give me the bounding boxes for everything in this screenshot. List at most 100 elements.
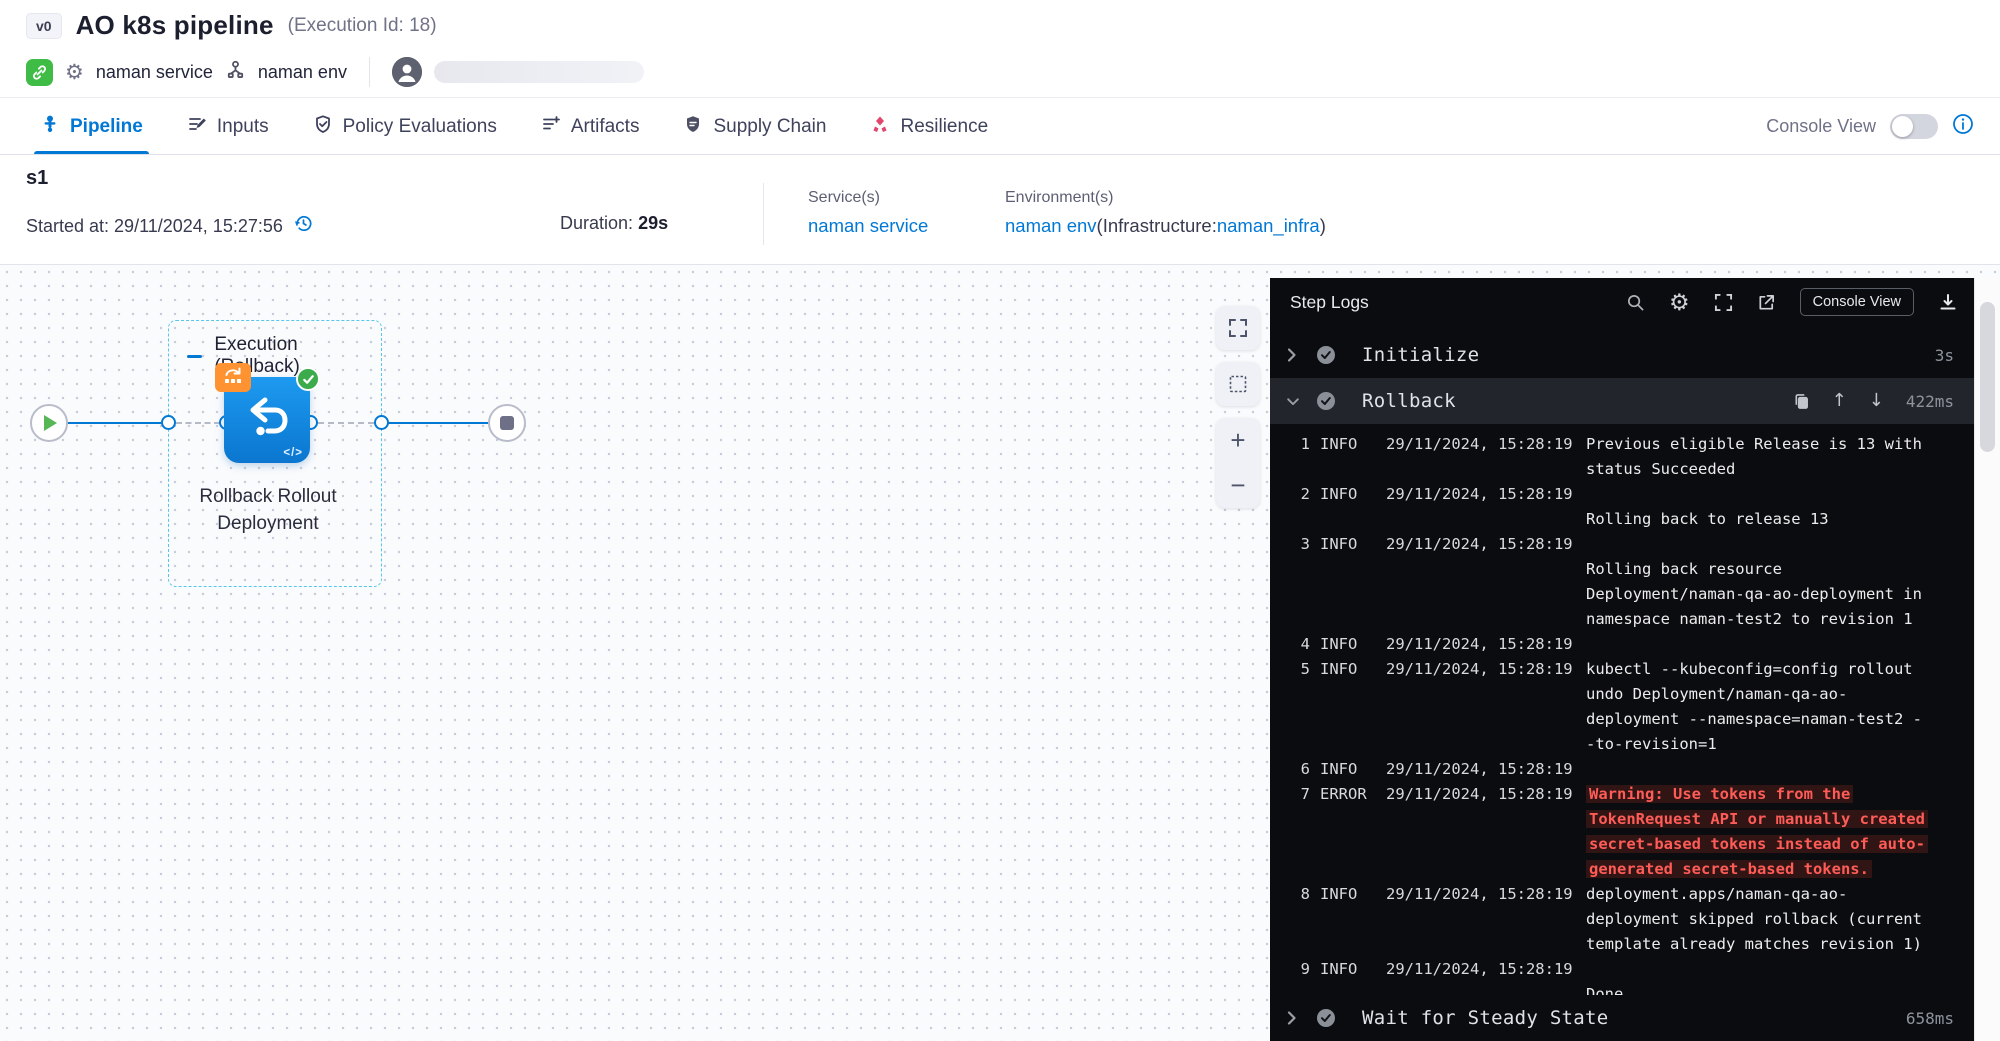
log-level: INFO bbox=[1320, 532, 1376, 557]
scroll-to-bottom-icon[interactable]: ↓ bbox=[1869, 392, 1884, 410]
log-timestamp bbox=[1386, 832, 1576, 857]
log-timestamp: 29/11/2024, 15:28:19 bbox=[1386, 657, 1576, 682]
log-line-number: 1 bbox=[1290, 432, 1310, 457]
success-check-icon bbox=[296, 367, 320, 391]
pipeline-tab-icon bbox=[40, 114, 60, 140]
log-text: Rolling back resource bbox=[1586, 560, 1782, 578]
header-env-label: naman env bbox=[258, 62, 347, 83]
resilience-tab-icon bbox=[870, 114, 890, 140]
log-line: Done. bbox=[1290, 982, 1974, 995]
tab-bar: Pipeline Inputs Policy Evaluations Artif… bbox=[0, 98, 2000, 155]
tab-label: Resilience bbox=[900, 116, 988, 138]
stage-name: s1 bbox=[26, 167, 48, 190]
tab-supply-chain[interactable]: Supply Chain bbox=[683, 98, 826, 154]
environment-link[interactable]: naman env bbox=[1005, 215, 1097, 236]
log-error-text: TokenRequest API or manually created bbox=[1586, 810, 1928, 828]
log-timestamp bbox=[1386, 457, 1576, 482]
environments-label: Environment(s) bbox=[1005, 189, 1326, 207]
infrastructure-link[interactable]: naman_infra bbox=[1217, 215, 1320, 236]
tab-pipeline[interactable]: Pipeline bbox=[40, 98, 143, 154]
fit-to-screen-button[interactable] bbox=[1216, 306, 1260, 350]
chevron-right-icon[interactable] bbox=[1286, 1010, 1302, 1026]
log-message: status Succeeded bbox=[1586, 457, 1974, 482]
step-duration: 658ms bbox=[1906, 1009, 1954, 1028]
history-icon[interactable] bbox=[293, 213, 314, 239]
info-icon[interactable] bbox=[1952, 113, 1974, 140]
chevron-right-icon[interactable] bbox=[1286, 347, 1302, 363]
tab-resilience[interactable]: Resilience bbox=[870, 98, 988, 154]
log-text: -to-revision=1 bbox=[1586, 735, 1717, 753]
log-timestamp bbox=[1386, 857, 1576, 882]
log-level bbox=[1320, 907, 1376, 932]
log-message: -to-revision=1 bbox=[1586, 732, 1974, 757]
infra-open: (Infrastructure: bbox=[1097, 215, 1217, 236]
log-output[interactable]: 1INFO29/11/2024, 15:28:19Previous eligib… bbox=[1270, 424, 1974, 995]
group-header: Execution (Rollback) bbox=[169, 321, 381, 378]
scroll-to-top-icon[interactable]: ↑ bbox=[1832, 392, 1847, 410]
log-line: deployment --namespace=naman-test2 - bbox=[1290, 707, 1974, 732]
console-view-button[interactable]: Console View bbox=[1800, 288, 1914, 316]
tab-artifacts[interactable]: Artifacts bbox=[541, 98, 640, 154]
log-line-number: 6 bbox=[1290, 757, 1310, 782]
log-message bbox=[1586, 957, 1974, 982]
inputs-tab-icon bbox=[187, 114, 207, 140]
search-icon[interactable] bbox=[1626, 293, 1645, 312]
zoom-in-button[interactable]: + bbox=[1216, 418, 1260, 463]
rollback-rollout-deployment-node[interactable]: </> bbox=[224, 377, 310, 463]
log-timestamp bbox=[1386, 807, 1576, 832]
log-timestamp: 29/11/2024, 15:28:19 bbox=[1386, 532, 1576, 557]
tab-label: Policy Evaluations bbox=[343, 116, 497, 138]
services-block: Service(s) naman service bbox=[808, 189, 928, 237]
log-level: ERROR bbox=[1320, 782, 1376, 807]
edge-group-to-end bbox=[388, 422, 489, 424]
fullscreen-icon[interactable] bbox=[1714, 293, 1733, 312]
log-panel-header: Step Logs ⚙ Console View bbox=[1270, 278, 1974, 326]
download-logs-icon[interactable] bbox=[1938, 292, 1958, 312]
log-settings-gear-icon[interactable]: ⚙ bbox=[1669, 289, 1690, 316]
step-row-rollback[interactable]: Rollback ↑ ↓ 422ms bbox=[1270, 378, 1974, 424]
chevron-down-icon[interactable] bbox=[1286, 396, 1302, 407]
log-level bbox=[1320, 982, 1376, 995]
step-logs-panel: Step Logs ⚙ Console View Initialize 3s R… bbox=[1270, 278, 2000, 1041]
collapse-group-icon[interactable] bbox=[187, 355, 202, 358]
log-level bbox=[1320, 457, 1376, 482]
tabbar-right: Console View bbox=[1766, 98, 1974, 154]
version-badge[interactable]: v0 bbox=[26, 13, 62, 39]
log-error-text: generated secret-based tokens. bbox=[1586, 860, 1872, 878]
step-name: Initialize bbox=[1362, 344, 1479, 366]
log-level bbox=[1320, 857, 1376, 882]
log-text: template already matches revision 1) bbox=[1586, 935, 1922, 953]
log-level bbox=[1320, 807, 1376, 832]
tab-policy-evaluations[interactable]: Policy Evaluations bbox=[313, 98, 497, 154]
open-in-new-icon[interactable] bbox=[1757, 293, 1776, 312]
log-text: namespace naman-test2 to revision 1 bbox=[1586, 610, 1913, 628]
log-line-number bbox=[1290, 857, 1310, 882]
log-line-number bbox=[1290, 457, 1310, 482]
log-level bbox=[1320, 607, 1376, 632]
step-row-wait-for-steady-state[interactable]: Wait for Steady State 658ms bbox=[1270, 995, 1974, 1041]
artifacts-tab-icon bbox=[541, 114, 561, 140]
step-row-initialize[interactable]: Initialize 3s bbox=[1270, 332, 1974, 378]
console-view-toggle[interactable] bbox=[1890, 114, 1938, 139]
log-timestamp bbox=[1386, 557, 1576, 582]
log-line: Deployment/naman-qa-ao-deployment in bbox=[1290, 582, 1974, 607]
node-label-line1: Rollback Rollout bbox=[148, 483, 388, 510]
log-line-number bbox=[1290, 507, 1310, 532]
copy-logs-icon[interactable] bbox=[1793, 393, 1810, 410]
meta-row: ⚙ naman service naman env bbox=[26, 56, 644, 88]
log-error-text: Warning: Use tokens from the bbox=[1586, 785, 1853, 803]
log-message: namespace naman-test2 to revision 1 bbox=[1586, 607, 1974, 632]
service-link[interactable]: naman service bbox=[808, 215, 928, 236]
log-scrollbar[interactable] bbox=[1974, 278, 2000, 1041]
log-message: Rolling back resource bbox=[1586, 557, 1974, 582]
log-scrollbar-thumb[interactable] bbox=[1980, 302, 1995, 452]
selection-tool-button[interactable] bbox=[1216, 362, 1260, 406]
tab-inputs[interactable]: Inputs bbox=[187, 98, 269, 154]
code-badge: </> bbox=[283, 447, 303, 459]
header-divider bbox=[369, 57, 370, 87]
log-level: INFO bbox=[1320, 432, 1376, 457]
log-message: generated secret-based tokens. bbox=[1586, 857, 1974, 882]
rollback-arrow-icon bbox=[243, 394, 291, 447]
zoom-out-button[interactable]: − bbox=[1216, 463, 1260, 508]
log-timestamp bbox=[1386, 932, 1576, 957]
